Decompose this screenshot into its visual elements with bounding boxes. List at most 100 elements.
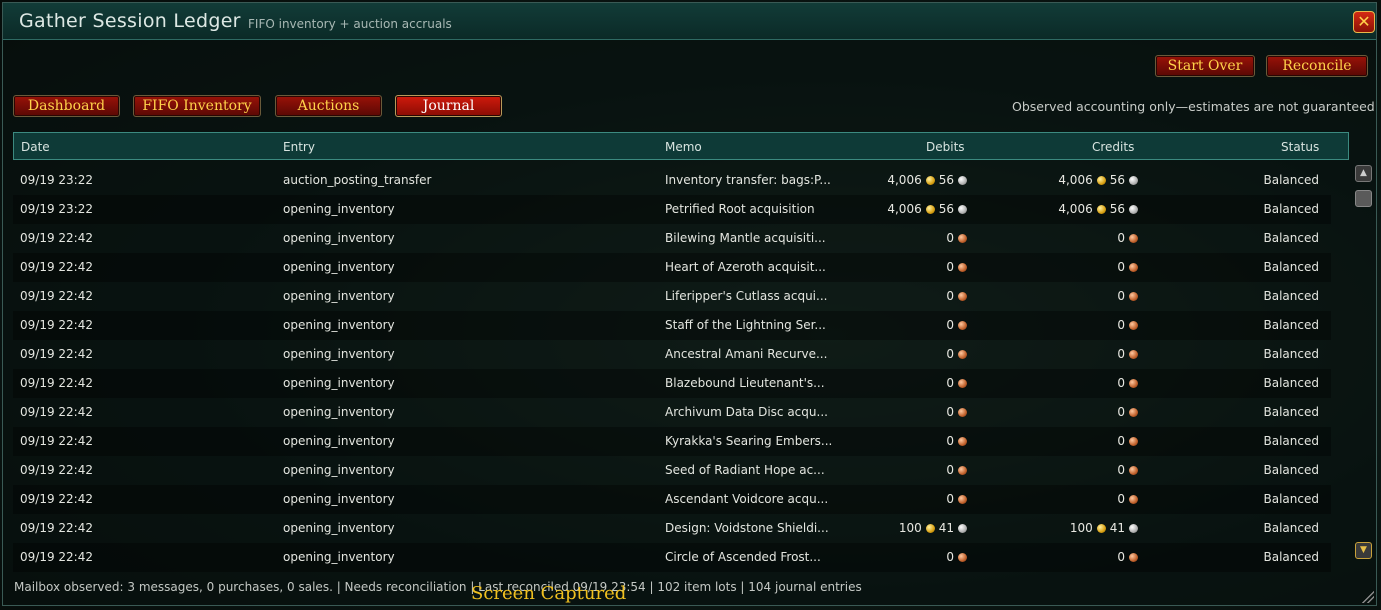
table-row[interactable]: 09/19 23:22 auction_posting_transfer Inven…: [13, 166, 1331, 195]
row-status: Balanced: [1263, 202, 1319, 216]
tab-dashboard[interactable]: Dashboard: [13, 95, 120, 117]
credit-amount: 0: [1117, 318, 1140, 332]
table-row[interactable]: 09/19 22:42 opening_inventory Heart of Aze…: [13, 253, 1331, 282]
row-memo: Seed of Radiant Hope ac...: [665, 463, 825, 477]
silver-amount: 56: [938, 202, 954, 216]
copper-coin-icon: [1129, 407, 1138, 417]
copper-coin-icon: [958, 320, 967, 330]
column-entry[interactable]: Entry: [283, 140, 315, 154]
column-date[interactable]: Date: [21, 140, 50, 154]
table-row[interactable]: 09/19 22:42 opening_inventory Blazebound L…: [13, 369, 1331, 398]
gold-coin-icon: [925, 523, 935, 533]
table-row[interactable]: 09/19 22:42 opening_inventory Design: Void…: [13, 514, 1331, 543]
scroll-down-button[interactable]: ▼: [1355, 542, 1372, 559]
row-memo: Design: Voidstone Shieldi...: [665, 521, 829, 535]
copper-coin-icon: [1129, 233, 1138, 243]
credit-amount: 0: [1117, 289, 1140, 303]
copper-coin-icon: [958, 262, 967, 272]
row-status: Balanced: [1263, 492, 1319, 506]
silver-coin-icon: [958, 175, 967, 185]
tab-journal[interactable]: Journal: [395, 95, 502, 117]
credit-amount: 4,006 56: [1058, 202, 1140, 216]
window-title: Gather Session Ledger: [19, 10, 241, 32]
row-memo: Circle of Ascended Frost...: [665, 550, 821, 564]
credit-amount: 4,006 56: [1058, 173, 1140, 187]
table-row[interactable]: 09/19 22:42 opening_inventory Seed of Radi…: [13, 456, 1331, 485]
table-row[interactable]: 09/19 22:42 opening_inventory Circle of As…: [13, 543, 1331, 572]
silver-amount: 41: [938, 521, 954, 535]
table-row[interactable]: 09/19 22:42 opening_inventory Bilewing Man…: [13, 224, 1331, 253]
silver-amount: 56: [1109, 202, 1125, 216]
column-memo[interactable]: Memo: [665, 140, 702, 154]
copper-coin-icon: [958, 349, 967, 359]
silver-amount: 56: [1109, 173, 1125, 187]
copper-coin-icon: [958, 552, 967, 562]
row-memo: Liferipper's Cutlass acqui...: [665, 289, 828, 303]
row-entry: opening_inventory: [283, 260, 395, 274]
copper-coin-icon: [958, 465, 967, 475]
tab-auctions[interactable]: Auctions: [275, 95, 382, 117]
row-status: Balanced: [1263, 347, 1319, 361]
row-memo: Ancestral Amani Recurve...: [665, 347, 828, 361]
table-row[interactable]: 09/19 22:42 opening_inventory Ancestral Am…: [13, 340, 1331, 369]
silver-coin-icon: [958, 523, 967, 533]
gold-coin-icon: [925, 204, 935, 214]
row-entry: opening_inventory: [283, 405, 395, 419]
row-date: 09/19 22:42: [20, 434, 93, 448]
debit-amount: 4,006 56: [887, 173, 969, 187]
debit-amount: 0: [946, 434, 969, 448]
title-bar[interactable]: Gather Session Ledger FIFO inventory + a…: [3, 3, 1376, 40]
copper-amount: 0: [1117, 492, 1125, 506]
gold-coin-icon: [1096, 523, 1106, 533]
column-credits[interactable]: Credits: [1092, 140, 1134, 154]
row-memo: Kyrakka's Searing Embers...: [665, 434, 833, 448]
resize-grip-icon[interactable]: [1362, 591, 1374, 603]
row-status: Balanced: [1263, 289, 1319, 303]
gold-amount: 100: [898, 521, 922, 535]
silver-coin-icon: [1129, 175, 1138, 185]
close-button[interactable]: ✕: [1353, 11, 1375, 33]
column-status[interactable]: Status: [1281, 140, 1319, 154]
copper-coin-icon: [958, 494, 967, 504]
column-debits[interactable]: Debits: [926, 140, 965, 154]
debit-amount: 0: [946, 289, 969, 303]
credit-amount: 0: [1117, 260, 1140, 274]
start-over-button[interactable]: Start Over: [1155, 55, 1255, 77]
copper-amount: 0: [1117, 550, 1125, 564]
row-status: Balanced: [1263, 463, 1319, 477]
copper-amount: 0: [1117, 376, 1125, 390]
credit-amount: 0: [1117, 231, 1140, 245]
row-entry: opening_inventory: [283, 289, 395, 303]
row-date: 09/19 23:22: [20, 173, 93, 187]
row-memo: Ascendant Voidcore acqu...: [665, 492, 829, 506]
gold-amount: 4,006: [887, 202, 922, 216]
table-row[interactable]: 09/19 22:42 opening_inventory Kyrakka's Se…: [13, 427, 1331, 456]
row-date: 09/19 22:42: [20, 376, 93, 390]
copper-amount: 0: [946, 347, 954, 361]
scrollbar-thumb[interactable]: [1355, 190, 1372, 207]
row-status: Balanced: [1263, 260, 1319, 274]
table-row[interactable]: 09/19 22:42 opening_inventory Archivum Dat…: [13, 398, 1331, 427]
reconcile-button[interactable]: Reconcile: [1266, 55, 1368, 77]
silver-coin-icon: [1129, 523, 1138, 533]
row-date: 09/19 22:42: [20, 289, 93, 303]
table-row[interactable]: 09/19 22:42 opening_inventory Staff of the…: [13, 311, 1331, 340]
row-entry: opening_inventory: [283, 231, 395, 245]
tab-fifo-inventory[interactable]: FIFO Inventory: [133, 95, 261, 117]
row-status: Balanced: [1263, 405, 1319, 419]
table-row[interactable]: 09/19 23:22 opening_inventory Petrified Ro…: [13, 195, 1331, 224]
copper-amount: 0: [946, 405, 954, 419]
copper-coin-icon: [1129, 349, 1138, 359]
gold-amount: 4,006: [1058, 202, 1093, 216]
copper-amount: 0: [946, 550, 954, 564]
row-status: Balanced: [1263, 231, 1319, 245]
journal-table-header: Date Entry Memo Debits Credits Status: [13, 132, 1349, 160]
table-row[interactable]: 09/19 22:42 opening_inventory Liferipper's…: [13, 282, 1331, 311]
scroll-up-button[interactable]: ▲: [1355, 165, 1372, 182]
table-row[interactable]: 09/19 22:42 opening_inventory Ascendant Vo…: [13, 485, 1331, 514]
row-date: 09/19 22:42: [20, 550, 93, 564]
gold-coin-icon: [1096, 175, 1106, 185]
row-memo: Archivum Data Disc acqu...: [665, 405, 828, 419]
copper-coin-icon: [958, 233, 967, 243]
debit-amount: 0: [946, 492, 969, 506]
